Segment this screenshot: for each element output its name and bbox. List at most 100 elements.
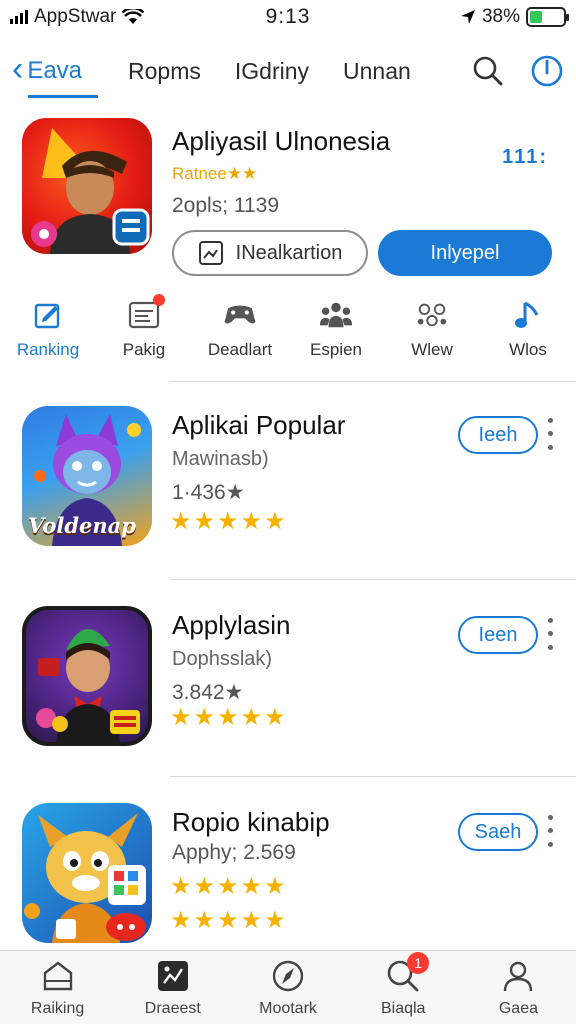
star-icon: ★ [240,704,263,731]
star-icon: ★ [240,873,263,900]
app-icon[interactable] [22,803,152,943]
star-icon: ★ [170,907,192,934]
app-row[interactable]: Voldenap Aplikai Popular Mawinasb) 1·436… [20,406,576,556]
category-ranking[interactable]: Ranking [0,298,96,368]
star-rating: ★ ★ ★ ★ ★ [170,909,286,933]
category-label: Wlos [509,340,547,359]
tab-biaqla[interactable]: 1 Biaqla [346,951,461,1024]
home-icon [40,958,76,994]
category-label: Wlew [411,340,453,359]
category-label: Ranking [16,340,80,359]
tab-draeest[interactable]: Draeest [115,951,230,1024]
star-icon: ★ [170,873,192,900]
tab-raiking[interactable]: Raiking [0,951,115,1024]
category-label: Espien [310,340,362,359]
get-button[interactable]: Ieeh [458,416,538,454]
featured-app-artwork [31,128,150,254]
battery-icon [526,7,569,27]
app-artwork [24,813,146,943]
divider [170,579,576,580]
featured-app-icon[interactable] [22,118,152,254]
star-rating: ★ ★ ★ ★ ★ [170,706,286,730]
list-card-icon [127,294,165,332]
star-icon: ★ [264,907,286,934]
star-icon: ★ [217,508,239,535]
wifi-icon [122,9,145,24]
tab-gaea[interactable]: Gaea [461,951,576,1024]
edit-square-icon [31,298,65,332]
more-vertical-icon[interactable] [544,614,556,654]
star-icon: ★ [217,873,239,900]
featured-app: Apliyasil Ulnonesia Ratnee★★ 2opls; 1139… [20,116,560,286]
star-icon: ★ [193,508,216,535]
compass-icon [270,958,306,994]
category-label: Deadlart [207,340,273,359]
star-icon: ★ [264,873,286,900]
tab-label: Raiking [30,999,85,1017]
category-espien[interactable]: Espien [288,298,384,368]
secondary-action-button[interactable]: INealkartion [172,230,368,276]
star-icon: ★ [170,508,192,535]
tab-mootark[interactable]: Mootark [230,951,345,1024]
app-icon-caption: Voldenap [28,513,136,538]
tab-label: Draeest [144,999,201,1017]
carrier-name: AppStwar [34,6,117,27]
featured-app-meta: 2opls; 1139 [172,194,280,217]
tab-ropms[interactable]: Ropms [128,58,201,85]
star-icon: ★ [193,873,216,900]
battery-percent: 38% [481,6,520,27]
category-wlew[interactable]: Wlew [384,298,480,368]
people-icon [319,298,353,332]
gamepad-icon [223,298,257,332]
app-row[interactable]: Applylasin Dophsslak) 3.842★ ★ ★ ★ ★ ★ Ieen [20,606,576,756]
app-rating-count: 1·436★ [172,481,245,504]
battery-fill [530,11,543,23]
star-icon: ★ [240,907,263,934]
search-icon[interactable] [472,55,504,87]
app-row[interactable]: Ropio kinabip Apphy; 2.569 ★ ★ ★ ★ ★ ★ ★ ★ ★ ★ S… [20,803,576,953]
more-vertical-icon[interactable] [544,414,556,454]
get-button[interactable]: Ieen [458,616,538,654]
featured-more-button[interactable]: 111: [502,146,548,169]
status-left: AppStwar [10,6,145,28]
location-arrow-icon [460,10,475,24]
category-wlos[interactable]: Wlos [480,298,576,368]
person-icon [500,958,536,994]
status-right: 38% [460,6,569,28]
star-icon: ★ [264,704,286,731]
app-rating-count: Apphy; 2.569 [172,841,296,864]
star-icon: ★ [240,508,263,535]
app-icon[interactable]: Voldenap [22,406,152,546]
star-rating: ★ ★ ★ ★ ★ [170,875,286,899]
divider [170,381,576,382]
category-deadlart[interactable]: Deadlart [192,298,288,368]
photo-icon [155,958,191,994]
primary-action-label: Inlyepel [430,241,500,264]
star-icon: ★ [217,704,239,731]
app-subtitle: Mawinasb) [172,448,269,470]
tab-unnan[interactable]: Unnan [343,58,411,85]
tab-igdriny[interactable]: IGdriny [235,58,309,85]
app-title: Applylasin [172,610,291,640]
star-icon: ★ [170,704,192,731]
app-rating-count: 3.842★ [172,681,244,704]
app-artwork [36,628,140,742]
back-tab[interactable]: ‹ Eava [12,42,99,100]
primary-action-button[interactable]: Inlyepel [378,230,552,276]
get-button[interactable]: Saeh [458,813,538,851]
search-icon: 1 [385,951,430,994]
featured-app-rating: Ratnee★★ [172,164,258,183]
notification-dot [153,294,165,306]
bottom-tab-bar: Raiking Draeest Mootark 1 Biaqla Gaea [0,950,576,1024]
divider [170,776,576,777]
secondary-action-label: INealkartion [235,241,343,264]
power-icon[interactable] [530,54,564,88]
app-title: Aplikai Popular [172,410,346,440]
chevron-left-icon: ‹ [12,50,24,88]
category-label: Pakig [122,340,166,359]
category-pakig[interactable]: Pakig [96,294,192,368]
more-vertical-icon[interactable] [544,811,556,851]
app-title: Ropio kinabip [172,807,330,837]
star-icon: ★ [193,704,216,731]
app-icon[interactable] [22,606,152,746]
